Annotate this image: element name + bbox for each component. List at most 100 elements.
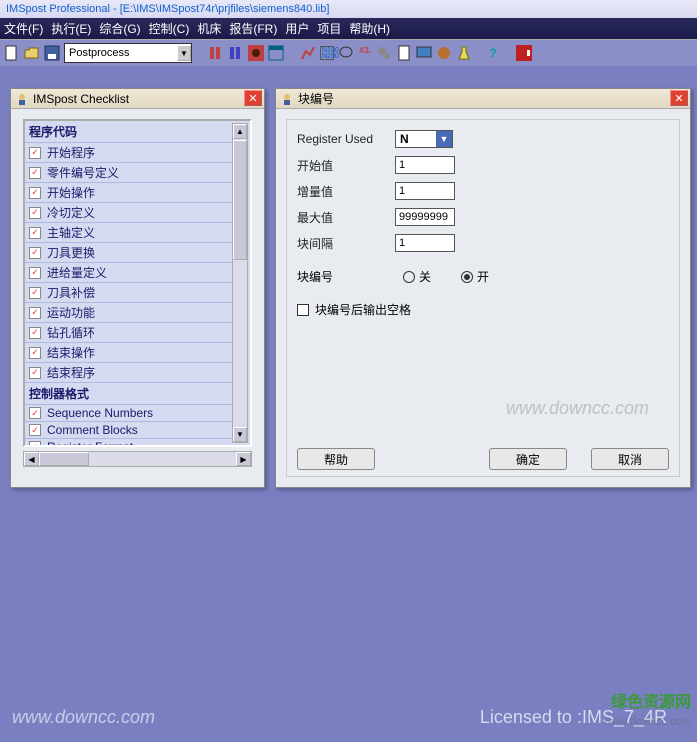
checklist-item[interactable]: ✓零件编号定义	[25, 163, 232, 183]
footer-watermark: www.downcc.com	[12, 707, 155, 728]
checklist-item-label: Comment Blocks	[47, 423, 138, 437]
combo-drop-icon[interactable]: ▼	[177, 45, 191, 61]
tool-icon-screen[interactable]	[416, 45, 432, 61]
close-icon[interactable]: ✕	[670, 90, 688, 106]
check-icon: ✓	[29, 327, 41, 339]
checklist-item-label: 结束操作	[47, 344, 95, 361]
checklist-item[interactable]: ✓ 运动功能	[25, 303, 232, 323]
checklist-item-label: 钻孔循环	[47, 324, 95, 341]
radio-off[interactable]: 关	[403, 268, 431, 285]
check-icon: ✓	[29, 247, 41, 259]
checklist-item[interactable]: ✓冷切定义	[25, 203, 232, 223]
open-icon[interactable]	[24, 45, 40, 61]
help-icon[interactable]: ?	[486, 46, 500, 60]
horizontal-scrollbar[interactable]: ◀ ▶	[23, 451, 252, 467]
checklist-item-label: 刀具补偿	[47, 284, 95, 301]
checklist-item[interactable]: ✓ 结束操作	[25, 343, 232, 363]
menu-run[interactable]: 执行(E)	[51, 20, 91, 37]
checklist-panel: IMSpost Checklist ✕ 程序代码✓开始程序✓零件编号定义✓开始操…	[10, 88, 265, 488]
tool-icon-window[interactable]	[268, 45, 284, 61]
tool-icon-sphere[interactable]	[436, 45, 452, 61]
tool-icon-bug[interactable]	[248, 45, 264, 61]
toolbar-process-combo[interactable]: Postprocess▼	[64, 43, 192, 63]
scroll-thumb-h[interactable]	[39, 452, 89, 466]
menu-bar: 文件(F) 执行(E) 综合(G) 控制(C) 机床 报告(FR) 用户 项目 …	[0, 18, 697, 39]
checklist-item[interactable]: ✓ Comment Blocks	[25, 422, 232, 439]
block-number-panel: 块编号 ✕ Register Used N▼ 开始值 增量值 最大值	[275, 88, 691, 488]
max-value-input[interactable]	[395, 208, 455, 226]
space-after-label: 块编号后输出空格	[315, 301, 411, 318]
chevron-down-icon[interactable]: ▼	[436, 131, 452, 147]
radio-on[interactable]: 开	[461, 268, 489, 285]
increment-input[interactable]	[395, 182, 455, 200]
checklist-item[interactable]: ✓Register Format	[25, 439, 232, 447]
checklist-item[interactable]: ✓开始操作	[25, 183, 232, 203]
checklist-item[interactable]: ✓刀具补偿	[25, 283, 232, 303]
checklist-item-label: 开始程序	[47, 144, 95, 161]
check-icon: ✓	[29, 367, 41, 379]
scroll-right-icon[interactable]: ▶	[236, 452, 251, 466]
start-label: 开始值	[297, 157, 395, 174]
tool-icon-flask[interactable]	[456, 45, 472, 61]
close-icon[interactable]: ✕	[244, 90, 262, 106]
scroll-left-icon[interactable]: ◀	[24, 452, 39, 466]
menu-machine[interactable]: 机床	[197, 20, 221, 37]
check-icon: ✓	[29, 267, 41, 279]
tool-icon-doc[interactable]	[396, 45, 412, 61]
gap-label: 块间隔	[297, 235, 395, 252]
tool-icon-1[interactable]	[208, 45, 224, 61]
check-icon: ✓	[29, 307, 41, 319]
new-icon[interactable]	[4, 45, 20, 61]
exit-icon[interactable]	[516, 45, 532, 61]
checklist-item[interactable]: ✓主轴定义	[25, 223, 232, 243]
cancel-button[interactable]: 取消	[591, 448, 669, 470]
check-icon: ✓	[29, 441, 41, 447]
check-icon: ✓	[29, 407, 41, 419]
tool-icon-2[interactable]	[228, 45, 244, 61]
check-icon: ✓	[29, 424, 41, 436]
menu-user[interactable]: 用户	[285, 20, 309, 37]
save-icon[interactable]	[44, 45, 60, 61]
help-button[interactable]: 帮助	[297, 448, 375, 470]
menu-project[interactable]: 项目	[317, 20, 341, 37]
checklist-item[interactable]: ✓ 开始程序	[25, 143, 232, 163]
checklist-item[interactable]: ✓ 钻孔循环	[25, 323, 232, 343]
check-icon: ✓	[29, 347, 41, 359]
menu-help[interactable]: 帮助(H)	[349, 20, 390, 37]
wizard-icon	[280, 92, 294, 106]
checklist-list: 程序代码✓开始程序✓零件编号定义✓开始操作✓冷切定义✓主轴定义✓刀具更换✓进给量…	[23, 119, 252, 447]
checklist-title-bar: IMSpost Checklist ✕	[11, 89, 264, 109]
menu-file[interactable]: 文件(F)	[4, 20, 43, 37]
space-after-checkbox[interactable]	[297, 304, 309, 316]
site-logo: 绿色资源网	[611, 688, 691, 712]
checklist-item[interactable]: ✓ 结束程序	[25, 363, 232, 383]
form-title-bar: 块编号 ✕	[276, 89, 690, 109]
checklist-item-label: 冷切定义	[47, 204, 95, 221]
checklist-item-label: 结束程序	[47, 364, 95, 381]
start-value-input[interactable]	[395, 156, 455, 174]
tool-icon-x3[interactable]: X3.	[358, 46, 372, 60]
scroll-up-icon[interactable]: ▲	[233, 124, 247, 139]
checklist-item[interactable]: ✓刀具更换	[25, 243, 232, 263]
checklist-item-label: 零件编号定义	[47, 164, 119, 181]
menu-ctrl[interactable]: 控制(C)	[149, 20, 190, 37]
register-combo[interactable]: N▼	[395, 130, 453, 148]
menu-report[interactable]: 报告(FR)	[229, 20, 277, 37]
menu-comp[interactable]: 综合(G)	[99, 20, 140, 37]
scroll-thumb[interactable]	[233, 140, 247, 260]
tool-icon-n100[interactable]: N100N200	[320, 46, 334, 60]
checklist-item-label: 运动功能	[47, 304, 95, 321]
check-icon: ✓	[29, 147, 41, 159]
checklist-item[interactable]: ✓进给量定义	[25, 263, 232, 283]
checklist-item[interactable]: ✓Sequence Numbers	[25, 405, 232, 422]
tool-icon-gears[interactable]	[376, 45, 392, 61]
scroll-down-icon[interactable]: ▼	[233, 427, 247, 442]
tool-icon-chart[interactable]	[300, 45, 316, 61]
app-title-bar: IMSpost Professional - [E:\IMS\IMSpost74…	[0, 0, 697, 18]
checklist-item-label: 开始操作	[47, 184, 95, 201]
ok-button[interactable]: 确定	[489, 448, 567, 470]
gap-input[interactable]	[395, 234, 455, 252]
vertical-scrollbar[interactable]: ▲ ▼	[232, 123, 248, 443]
tool-icon-bubble[interactable]	[338, 45, 354, 61]
register-label: Register Used	[297, 132, 395, 146]
